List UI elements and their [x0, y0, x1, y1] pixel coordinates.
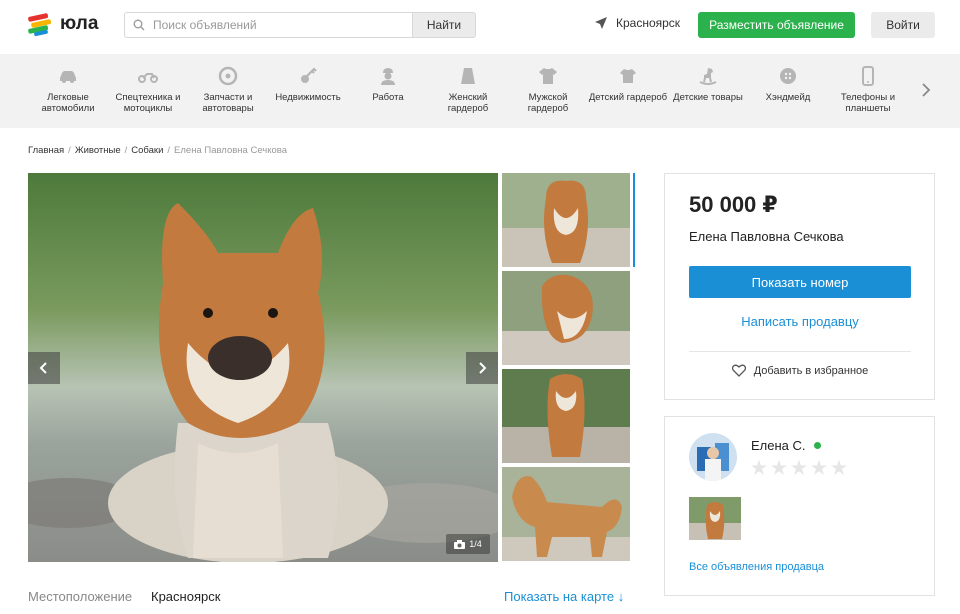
breadcrumb-home[interactable]: Главная	[28, 145, 64, 156]
seller-name[interactable]: Елена С.	[751, 438, 821, 453]
motorcycle-icon	[138, 73, 158, 83]
show-phone-button[interactable]: Показать номер	[689, 266, 911, 298]
city-selector[interactable]: Красноярск	[594, 16, 680, 30]
active-thumbnail-indicator	[633, 173, 635, 267]
seller-ad-thumbnail[interactable]	[689, 497, 741, 540]
star-icon	[751, 460, 767, 475]
search-icon	[133, 19, 145, 31]
chevron-right-icon[interactable]	[918, 82, 934, 98]
login-button[interactable]: Войти	[871, 12, 935, 38]
price-card: 50 000 ₽ Елена Павловна Сечкова Показать…	[664, 173, 935, 400]
price: 50 000 ₽	[689, 192, 778, 217]
rating-stars	[751, 460, 847, 475]
search-input[interactable]: Поиск объявлений	[124, 12, 412, 38]
avatar[interactable]	[689, 433, 737, 481]
category-bar: Легковые автомобили Спецтехника и мотоци…	[0, 54, 960, 128]
write-seller-link[interactable]: Написать продавцу	[689, 314, 911, 329]
search-button[interactable]: Найти	[412, 12, 476, 38]
seller-card: Елена С. Все объявления продавца	[664, 416, 935, 596]
photo-counter: 1/4	[446, 534, 490, 554]
key-icon	[301, 67, 317, 83]
star-icon	[771, 460, 787, 475]
category-women[interactable]: Женский гардероб	[428, 66, 508, 114]
car-icon	[60, 71, 76, 83]
category-men[interactable]: Мужской гардероб	[508, 66, 588, 114]
skirt-icon	[461, 68, 475, 84]
divider	[689, 351, 911, 352]
next-photo-button[interactable]	[466, 352, 498, 384]
phone-icon	[862, 66, 874, 86]
category-jobs[interactable]: Работа	[348, 66, 428, 103]
chevron-left-icon	[39, 362, 47, 374]
button-icon	[780, 68, 796, 84]
show-on-map-link[interactable]: Показать на карте ↓	[504, 589, 624, 604]
location-value: Красноярск	[151, 589, 221, 604]
category-phones[interactable]: Телефоны и планшеты	[828, 66, 908, 114]
kids-shirt-icon	[620, 69, 636, 83]
breadcrumb: Главная / Животные / Собаки / Елена Павловн…	[28, 145, 287, 156]
thumbnail-2[interactable]	[502, 271, 630, 365]
category-parts[interactable]: Запчасти и автотовары	[188, 66, 268, 114]
thumbnail-3[interactable]	[502, 369, 630, 463]
category-cars[interactable]: Легковые автомобили	[28, 66, 108, 114]
star-icon	[791, 460, 807, 475]
category-kids-clothes[interactable]: Детский гардероб	[588, 66, 668, 103]
breadcrumb-current: Елена Павловна Сечкова	[174, 145, 288, 156]
place-ad-button[interactable]: Разместить объявление	[698, 12, 855, 38]
category-handmade[interactable]: Хэндмейд	[748, 66, 828, 103]
chevron-right-icon	[479, 362, 487, 374]
search-placeholder: Поиск объявлений	[153, 18, 257, 32]
wheel-icon	[218, 66, 238, 86]
breadcrumb-animals[interactable]: Животные	[75, 145, 121, 156]
location-label: Местоположение	[28, 589, 133, 604]
rocking-horse-icon	[699, 68, 717, 85]
category-kids-goods[interactable]: Детские товары	[668, 66, 748, 103]
breadcrumb-separator: /	[68, 145, 71, 156]
location-arrow-icon	[595, 17, 607, 29]
heart-icon	[731, 364, 746, 377]
puppy-photo	[28, 173, 498, 562]
header: юла Поиск объявлений Найти Красноярск Ра…	[0, 0, 960, 54]
online-status-dot	[813, 442, 821, 449]
worker-icon	[381, 68, 395, 85]
category-moto[interactable]: Спецтехника и мотоциклы	[108, 66, 188, 114]
breadcrumb-dogs[interactable]: Собаки	[131, 145, 163, 156]
prev-photo-button[interactable]	[28, 352, 60, 384]
logo[interactable]: юла	[26, 10, 98, 38]
thumbnail-1[interactable]	[502, 173, 630, 267]
city-label: Красноярск	[616, 16, 681, 30]
all-seller-ads-link[interactable]: Все объявления продавца	[689, 561, 824, 573]
logo-icon	[28, 13, 52, 37]
search-bar: Поиск объявлений Найти	[124, 12, 476, 38]
tshirt-icon	[539, 68, 557, 84]
seller-full-name: Елена Павловна Сечкова	[689, 229, 844, 244]
breadcrumb-separator: /	[124, 145, 128, 156]
camera-icon	[454, 539, 466, 549]
category-realty[interactable]: Недвижимость	[268, 66, 348, 103]
breadcrumb-separator: /	[167, 145, 171, 156]
main-photo[interactable]	[28, 173, 498, 562]
logo-text: юла	[60, 13, 99, 34]
star-icon	[811, 460, 827, 475]
add-favorite-button[interactable]: Добавить в избранное	[689, 364, 911, 377]
star-icon	[831, 460, 847, 475]
thumbnail-4[interactable]	[502, 467, 630, 561]
